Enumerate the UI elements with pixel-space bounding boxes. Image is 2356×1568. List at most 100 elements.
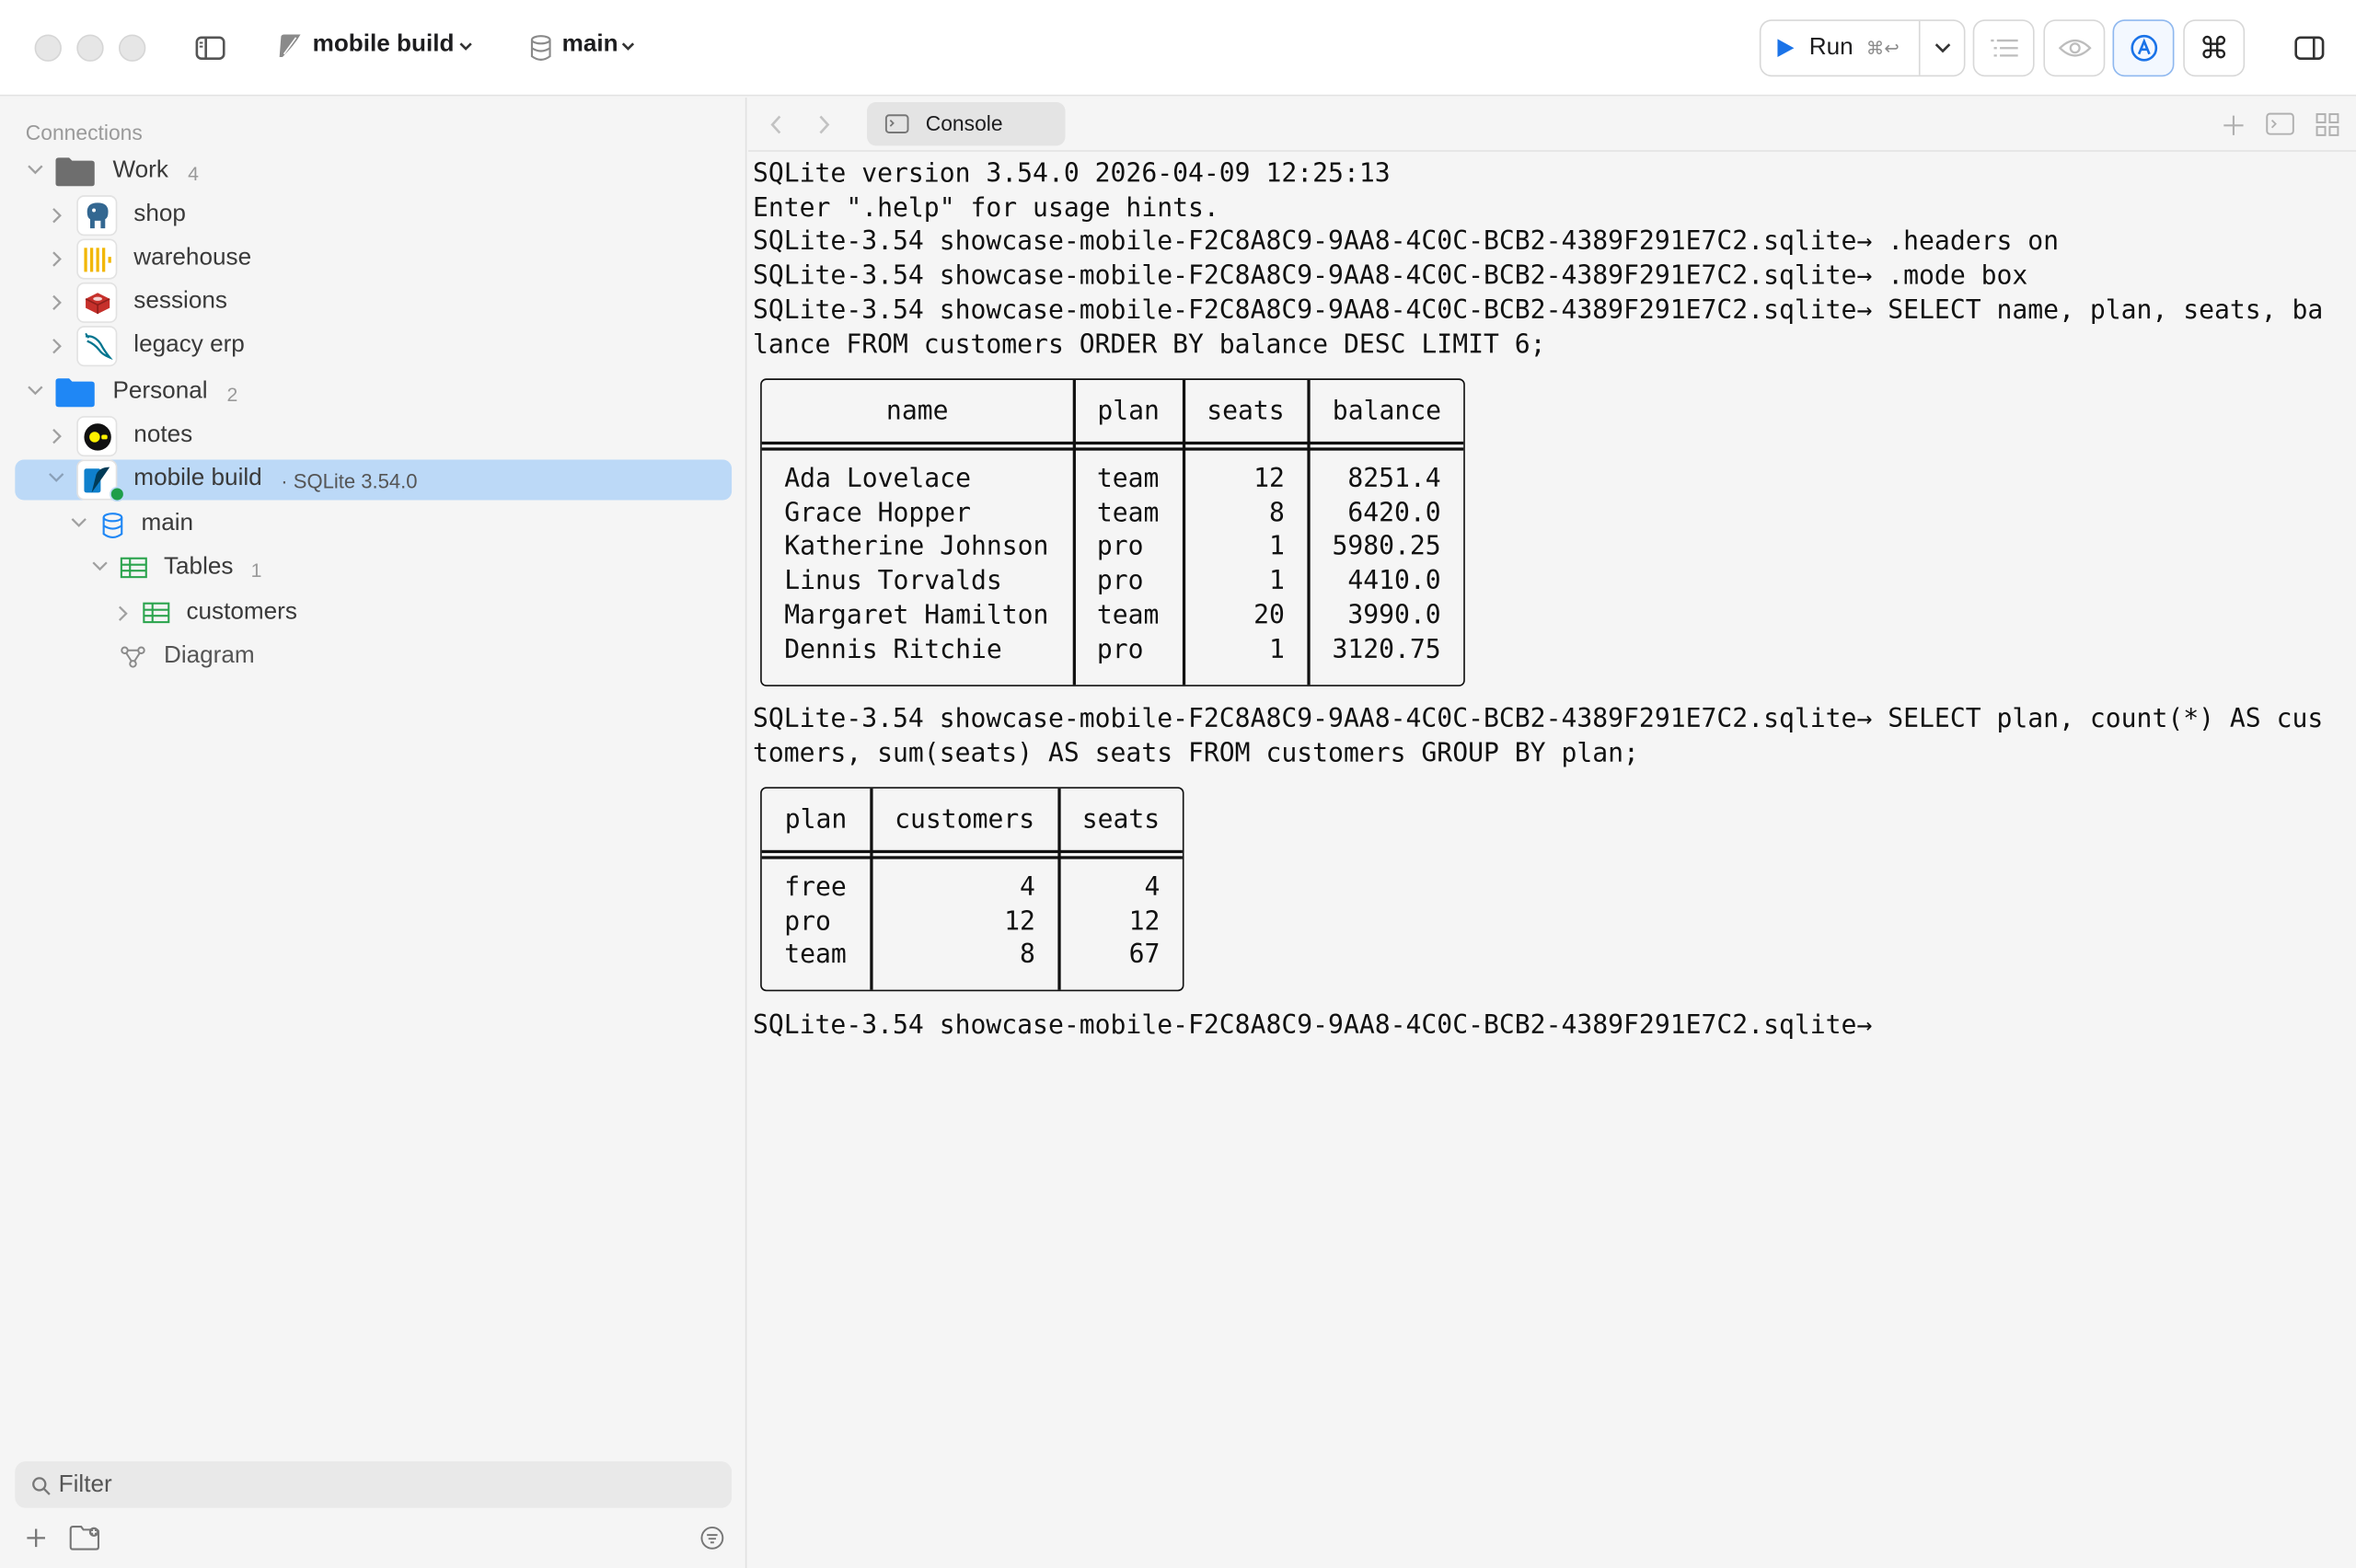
column-header: plan xyxy=(1097,396,1160,427)
play-icon xyxy=(1777,39,1795,58)
diagram-item[interactable]: Diagram xyxy=(15,637,732,677)
duckdb-icon xyxy=(76,416,118,457)
tables-label: Tables xyxy=(163,554,234,581)
command-palette-button[interactable]: ⌘ xyxy=(2183,19,2246,77)
clickhouse-bars-icon xyxy=(76,238,118,280)
diagram-label: Diagram xyxy=(163,642,255,669)
table-cell: team xyxy=(1096,464,1160,494)
filter-input[interactable] xyxy=(58,1470,690,1501)
group-personal[interactable]: Personal 2 xyxy=(15,373,732,413)
connection-item-warehouse[interactable]: warehouse xyxy=(15,238,732,280)
connection-item-sessions[interactable]: sessions xyxy=(15,282,732,323)
window-close-button[interactable] xyxy=(34,34,62,62)
chevron-down-icon[interactable] xyxy=(92,560,109,572)
forward-arrow-icon[interactable] xyxy=(817,114,831,135)
plus-icon xyxy=(27,1528,45,1548)
tab-console[interactable]: Console xyxy=(867,101,1066,146)
window-zoom-button[interactable] xyxy=(118,34,146,62)
console-line: tomers, sum(seats) AS seats FROM custome… xyxy=(752,738,1639,769)
console-line: lance FROM customers ORDER BY balance DE… xyxy=(752,329,1546,360)
new-console-icon[interactable] xyxy=(2266,112,2294,135)
chevron-right-icon[interactable] xyxy=(117,605,129,622)
console-output[interactable]: SQLite version 3.54.0 2026-04-09 12:25:1… xyxy=(753,157,2353,1554)
chevron-right-icon[interactable] xyxy=(52,428,64,444)
console-line: SQLite-3.54 showcase-mobile-F2C8A8C9-9AA… xyxy=(752,227,2060,258)
schema-label: main xyxy=(141,510,194,536)
database-icon xyxy=(102,513,123,538)
chevron-down-icon xyxy=(459,42,472,51)
new-tab-plus-icon[interactable] xyxy=(2223,114,2245,136)
filter-options-button[interactable] xyxy=(700,1526,724,1550)
header-divider xyxy=(761,447,1464,450)
column-header: balance xyxy=(1332,396,1442,427)
folder-add-icon xyxy=(69,1526,99,1551)
result-table-2: plan customers seats free 4 4 pro 12 12 … xyxy=(760,787,1184,992)
format-list-button[interactable] xyxy=(1972,19,2035,77)
header-divider xyxy=(761,849,1183,853)
table-cell: 3990.0 xyxy=(1347,600,1441,631)
preview-button[interactable] xyxy=(2043,19,2106,77)
group-work[interactable]: Work 4 xyxy=(15,152,732,192)
sidebar-toggle-icon[interactable] xyxy=(194,33,225,63)
table-icon xyxy=(143,602,170,624)
table-cell: 8 xyxy=(1019,940,1035,972)
connection-item-shop[interactable]: shop xyxy=(15,195,732,236)
table-cell: 1 xyxy=(1269,634,1285,665)
connection-item-notes[interactable]: notes xyxy=(15,416,732,457)
redis-cube-icon xyxy=(76,282,118,323)
table-cell: 12 xyxy=(1128,906,1161,937)
add-connection-button[interactable] xyxy=(24,1526,48,1550)
connection-label: mobile build xyxy=(133,465,262,491)
toolbar: mobile build main Run ⌘↩ ⌘ xyxy=(0,0,2356,97)
table-item-customers[interactable]: customers xyxy=(15,594,732,634)
table-cell: team xyxy=(1096,600,1160,631)
table-cell: 5980.25 xyxy=(1332,532,1441,563)
console-line: SQLite version 3.54.0 2026-04-09 12:25:1… xyxy=(752,159,1391,190)
result-table-1: name plan seats balance Ada Lovelace tea… xyxy=(760,378,1465,686)
table-cell: free xyxy=(784,872,847,903)
folder-icon xyxy=(55,157,95,187)
run-shortcut: ⌘↩ xyxy=(1865,37,1900,59)
table-cell: team xyxy=(784,940,847,972)
chevron-down-icon[interactable] xyxy=(27,164,43,176)
back-arrow-icon[interactable] xyxy=(769,114,783,135)
tables-folder[interactable]: Tables 1 xyxy=(15,548,732,589)
tab-bar: Console xyxy=(748,98,2356,152)
connection-item-mobile-build[interactable]: mobile build · SQLite 3.54.0 xyxy=(15,459,733,502)
run-button[interactable]: Run ⌘↩ xyxy=(1761,21,1918,75)
schema-item-main[interactable]: main xyxy=(15,504,732,545)
tab-overview-grid-icon[interactable] xyxy=(2316,112,2339,136)
window-minimize-button[interactable] xyxy=(76,34,104,62)
chevron-down-icon[interactable] xyxy=(71,516,87,528)
run-options-button[interactable] xyxy=(1921,21,1966,75)
inspector-toggle-icon[interactable] xyxy=(2292,33,2324,63)
chevron-down-icon xyxy=(1934,43,1951,53)
group-count: 4 xyxy=(188,162,199,185)
connection-label: shop xyxy=(133,201,186,227)
chevron-right-icon[interactable] xyxy=(52,294,64,311)
table-cell: 8251.4 xyxy=(1347,464,1441,494)
chevron-right-icon[interactable] xyxy=(52,338,64,354)
table-cell: pro xyxy=(1096,634,1144,665)
table-cell: pro xyxy=(1096,566,1144,597)
table-cell: 4410.0 xyxy=(1347,566,1441,597)
add-group-button[interactable] xyxy=(69,1525,102,1551)
schema-name: main xyxy=(561,31,618,58)
console-line: SQLite-3.54 showcase-mobile-F2C8A8C9-9AA… xyxy=(752,295,2324,326)
ai-assistant-button[interactable] xyxy=(2112,19,2175,77)
chevron-down-icon[interactable] xyxy=(27,385,43,397)
list-icon xyxy=(1990,39,2017,57)
chevron-right-icon[interactable] xyxy=(52,207,64,224)
table-cell: Dennis Ritchie xyxy=(784,634,1002,665)
column-header: seats xyxy=(1081,804,1161,836)
filter-field[interactable] xyxy=(15,1461,733,1508)
connection-label: legacy erp xyxy=(133,331,245,358)
table-cell: Linus Torvalds xyxy=(784,566,1002,597)
chevron-down-icon[interactable] xyxy=(48,472,64,484)
connection-item-legacy-erp[interactable]: legacy erp xyxy=(15,326,732,367)
console-prompt[interactable]: SQLite-3.54 showcase-mobile-F2C8A8C9-9AA… xyxy=(753,1009,1872,1043)
chevron-right-icon[interactable] xyxy=(52,251,64,268)
table-cell: team xyxy=(1096,498,1160,529)
search-icon xyxy=(32,1477,51,1495)
group-label: Personal xyxy=(112,378,208,405)
